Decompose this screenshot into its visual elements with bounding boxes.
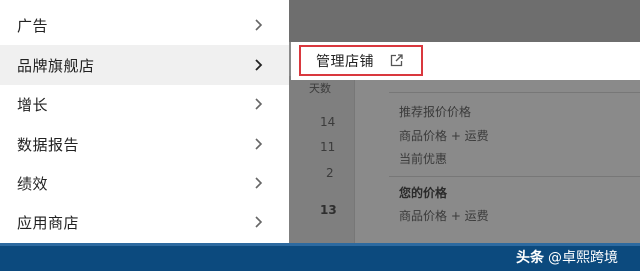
chevron-right-icon bbox=[252, 97, 266, 111]
menu-item-performance[interactable]: 绩效 bbox=[0, 163, 289, 203]
chevron-right-icon bbox=[252, 176, 266, 190]
manage-store-label: 管理店铺 bbox=[316, 53, 374, 70]
chevron-right-icon bbox=[252, 215, 266, 229]
menu-item-label: 广告 bbox=[17, 16, 49, 35]
menu-item-brand-store[interactable]: 品牌旗舰店 bbox=[0, 45, 289, 85]
menu-item-label: 数据报告 bbox=[17, 135, 80, 154]
background-header bbox=[289, 0, 640, 42]
background-number: 13 bbox=[320, 203, 337, 217]
external-link-icon bbox=[390, 54, 403, 67]
submenu-flyout: 管理店铺 bbox=[291, 42, 640, 80]
chevron-right-icon bbox=[252, 18, 266, 32]
menu-item-growth[interactable]: 增长 bbox=[0, 84, 289, 124]
bottom-bar: 头条 @卓熙跨境 bbox=[0, 243, 640, 271]
menu-item-label: 绩效 bbox=[17, 174, 49, 193]
menu-item-app-store[interactable]: 应用商店 bbox=[0, 202, 289, 242]
menu-item-ads[interactable]: 广告 bbox=[0, 5, 289, 45]
background-text: 推荐报价价格 bbox=[399, 105, 472, 119]
background-text: 商品价格 + 运费 bbox=[399, 209, 489, 223]
background-number: 11 bbox=[320, 140, 336, 154]
manage-store-link[interactable]: 管理店铺 bbox=[299, 45, 423, 76]
menu-item-label: 增长 bbox=[17, 95, 49, 114]
background-number-column bbox=[289, 76, 354, 243]
watermark-brand: 头条 bbox=[516, 250, 544, 266]
background-column-label: 天数 bbox=[309, 82, 331, 95]
background-text: 当前优惠 bbox=[399, 152, 448, 166]
dimmed-background-page: 天数 14 11 2 13 推荐报价价格 商品价格 + 运费 当前优惠 您的价格… bbox=[289, 0, 640, 243]
menu-item-label: 应用商店 bbox=[17, 213, 80, 232]
left-menu: 广告 品牌旗舰店 增长 数据报告 绩效 应用商店 bbox=[0, 0, 289, 243]
watermark: 头条 @卓熙跨境 bbox=[516, 246, 618, 268]
menu-item-data-reports[interactable]: 数据报告 bbox=[0, 124, 289, 164]
background-divider bbox=[389, 92, 640, 93]
background-number: 14 bbox=[320, 115, 336, 129]
background-divider bbox=[389, 176, 640, 177]
background-text: 商品价格 + 运费 bbox=[399, 129, 489, 143]
watermark-handle: @卓熙跨境 bbox=[548, 250, 618, 266]
chevron-right-icon bbox=[252, 137, 266, 151]
menu-item-label: 品牌旗舰店 bbox=[17, 56, 95, 75]
background-text: 您的价格 bbox=[399, 186, 448, 200]
background-number: 2 bbox=[326, 166, 334, 180]
chevron-right-icon bbox=[252, 58, 266, 72]
